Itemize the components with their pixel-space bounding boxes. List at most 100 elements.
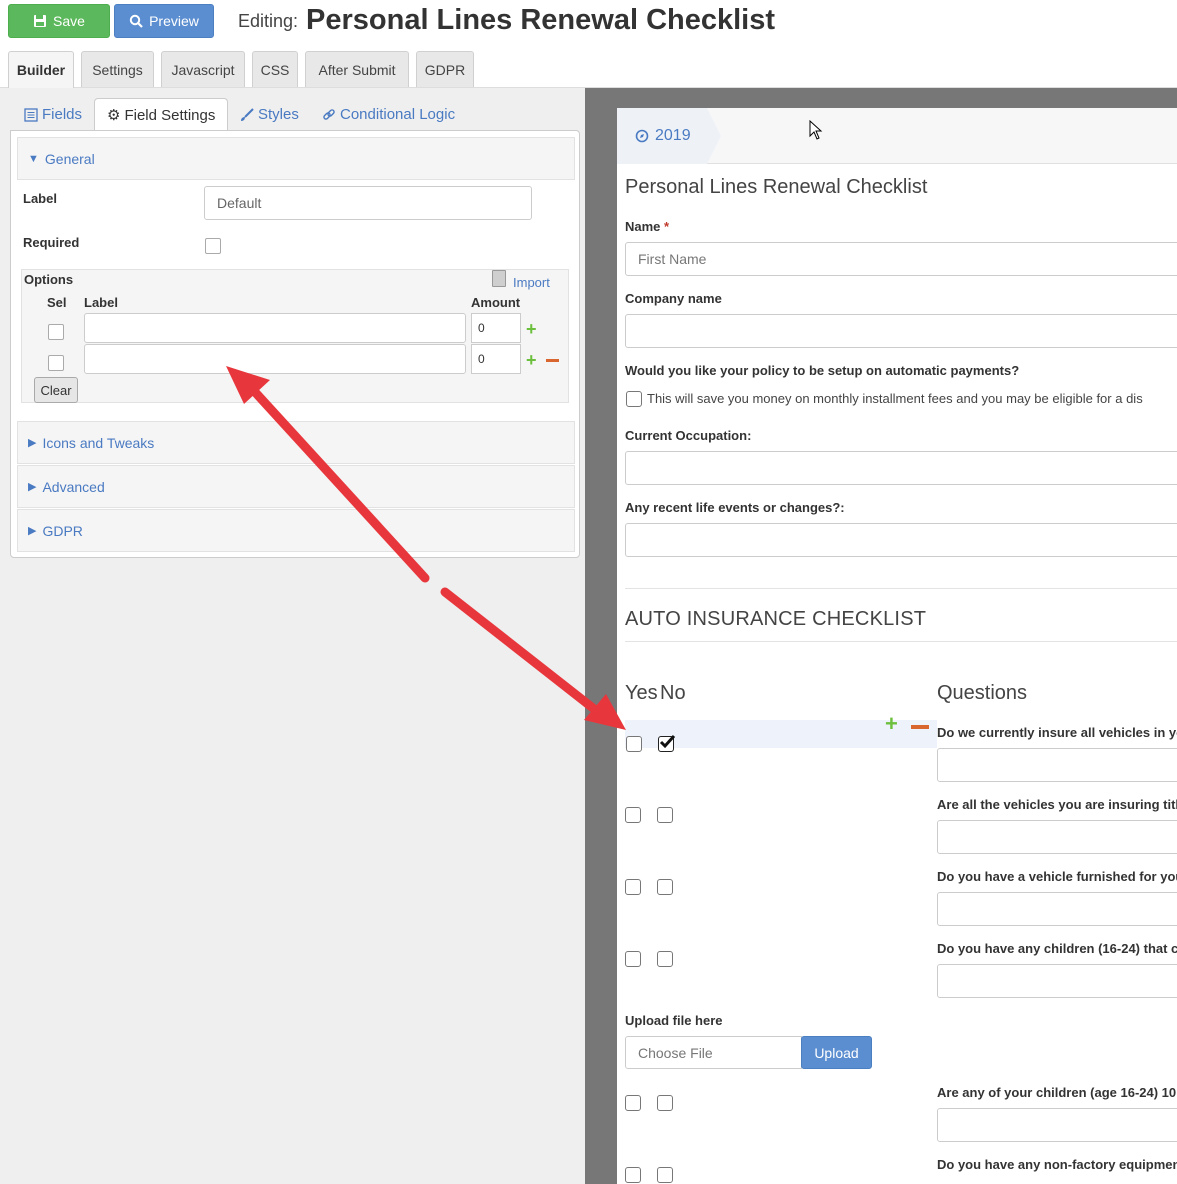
col-amount-header: Amount <box>471 295 521 310</box>
preview-button[interactable]: Preview <box>114 4 214 38</box>
tab-after-submit[interactable]: After Submit <box>305 51 409 87</box>
subtab-styles-label: Styles <box>258 106 299 123</box>
question-3-input[interactable] <box>937 892 1177 926</box>
question-4-input[interactable] <box>937 964 1177 998</box>
q5-yes-checkbox[interactable] <box>625 1095 641 1111</box>
option-1-sel-checkbox[interactable] <box>48 324 64 340</box>
auto-pay-option-label: This will save you money on monthly inst… <box>647 391 1143 406</box>
q1-yes-checkbox[interactable] <box>626 736 642 752</box>
auto-pay-checkbox[interactable] <box>626 391 642 407</box>
mouse-cursor-icon <box>809 120 823 140</box>
option-2-amount-input[interactable]: 0 <box>471 344 521 374</box>
q6-no-checkbox[interactable] <box>657 1167 673 1183</box>
q4-yes-checkbox[interactable] <box>625 951 641 967</box>
plus-icon[interactable]: + <box>526 320 537 338</box>
list-icon <box>24 107 38 122</box>
subtab-field-settings[interactable]: ⚙ Field Settings <box>94 98 229 131</box>
plus-icon[interactable]: + <box>885 713 898 735</box>
chevron-right-icon: ▶ <box>28 525 37 537</box>
question-5-input[interactable] <box>937 1108 1177 1142</box>
accordion-icons-and-tweaks[interactable]: ▶ Icons and Tweaks <box>17 421 575 464</box>
breadcrumb-step[interactable]: 2019 <box>617 108 707 164</box>
breadcrumb: 2019 <box>617 108 1177 164</box>
subtab-styles[interactable]: Styles <box>240 98 299 131</box>
tab-after-submit-label: After Submit <box>318 61 396 78</box>
accordion-general[interactable]: ▼ General <box>17 137 575 180</box>
top-toolbar: Save Preview Editing: Personal Lines Ren… <box>0 0 1177 44</box>
chevron-down-icon: ▼ <box>28 152 39 165</box>
q5-no-checkbox[interactable] <box>657 1095 673 1111</box>
option-1-label-input[interactable] <box>84 313 466 343</box>
subtab-fields[interactable]: Fields <box>24 98 82 131</box>
tab-css-label: CSS <box>260 61 290 78</box>
accordion-advanced-label: Advanced <box>42 478 105 495</box>
q4-no-checkbox[interactable] <box>657 951 673 967</box>
option-2-sel-checkbox[interactable] <box>48 355 64 371</box>
first-name-input[interactable]: First Name <box>625 242 1177 276</box>
checkmark-icon <box>659 734 676 749</box>
col-no-header: No <box>660 682 686 704</box>
breadcrumb-label: 2019 <box>655 127 691 144</box>
q1-no-checkbox[interactable] <box>658 734 676 752</box>
q3-no-checkbox[interactable] <box>657 879 673 895</box>
tab-gdpr[interactable]: GDPR <box>416 51 474 87</box>
question-4-label: Do you have any children (16-24) that c <box>937 941 1177 956</box>
sub-tab-bar: Fields ⚙ Field Settings Styles Condition… <box>10 96 580 131</box>
subtab-conditional-logic[interactable]: Conditional Logic <box>322 98 455 131</box>
tab-settings[interactable]: Settings <box>81 51 154 87</box>
option-1-amount-input[interactable]: 0 <box>471 313 521 343</box>
option-2-label-input[interactable] <box>84 344 466 374</box>
compass-icon <box>635 129 649 143</box>
tab-builder-label: Builder <box>16 62 66 78</box>
clear-button-label: Clear <box>40 382 72 398</box>
question-3-label: Do you have a vehicle furnished for you <box>937 869 1177 884</box>
company-input[interactable] <box>625 314 1177 348</box>
question-1-input[interactable] <box>937 748 1177 782</box>
label-input-value: Default <box>217 195 262 211</box>
question-6-label: Do you have any non-factory equipmen <box>937 1157 1177 1172</box>
breadcrumb-arrow <box>707 108 721 164</box>
divider <box>625 588 1177 589</box>
minus-icon[interactable] <box>546 359 559 362</box>
subtab-conditional-logic-label: Conditional Logic <box>340 106 456 123</box>
q2-no-checkbox[interactable] <box>657 807 673 823</box>
label-field-label: Label <box>23 191 57 206</box>
search-icon <box>129 14 143 28</box>
tab-builder[interactable]: Builder <box>8 51 74 88</box>
choose-file-input[interactable]: Choose File <box>625 1036 802 1069</box>
upload-button-label: Upload <box>814 1044 859 1061</box>
minus-icon[interactable] <box>911 725 929 729</box>
q2-yes-checkbox[interactable] <box>625 807 641 823</box>
plus-icon[interactable]: + <box>526 351 537 369</box>
question-2-input[interactable] <box>937 820 1177 854</box>
upload-button[interactable]: Upload <box>801 1036 872 1069</box>
choose-file-label: Choose File <box>638 1044 713 1061</box>
form-preview-card: 2019 Personal Lines Renewal Checklist Na… <box>617 108 1177 1184</box>
required-checkbox[interactable] <box>205 238 221 254</box>
col-sel-header: Sel <box>47 295 67 310</box>
editing-label: Editing: <box>238 11 299 31</box>
accordion-advanced[interactable]: ▶ Advanced <box>17 465 575 508</box>
label-input[interactable]: Default <box>204 186 532 220</box>
import-link[interactable]: Import <box>513 275 550 290</box>
save-button-label: Save <box>53 13 85 29</box>
options-box: Options Import Sel Label Amount 0 + 0 + … <box>21 269 569 403</box>
save-button[interactable]: Save <box>8 4 110 38</box>
accordion-gdpr[interactable]: ▶ GDPR <box>17 509 575 552</box>
clear-button[interactable]: Clear <box>34 377 78 403</box>
option-1-amount-value: 0 <box>478 321 485 335</box>
occupation-input[interactable] <box>625 451 1177 485</box>
required-mark: * <box>664 219 670 234</box>
question-2-label: Are all the vehicles you are insuring ti… <box>937 797 1177 812</box>
q3-yes-checkbox[interactable] <box>625 879 641 895</box>
tab-css[interactable]: CSS <box>252 51 298 87</box>
tab-javascript[interactable]: Javascript <box>161 51 245 87</box>
tab-javascript-label: Javascript <box>171 61 235 78</box>
life-events-input[interactable] <box>625 523 1177 557</box>
q6-yes-checkbox[interactable] <box>625 1167 641 1183</box>
life-events-label: Any recent life events or changes?: <box>625 500 845 515</box>
brush-icon <box>241 107 254 121</box>
col-label-header: Label <box>84 295 118 310</box>
tab-gdpr-label: GDPR <box>424 61 466 78</box>
preview-button-label: Preview <box>149 13 199 29</box>
